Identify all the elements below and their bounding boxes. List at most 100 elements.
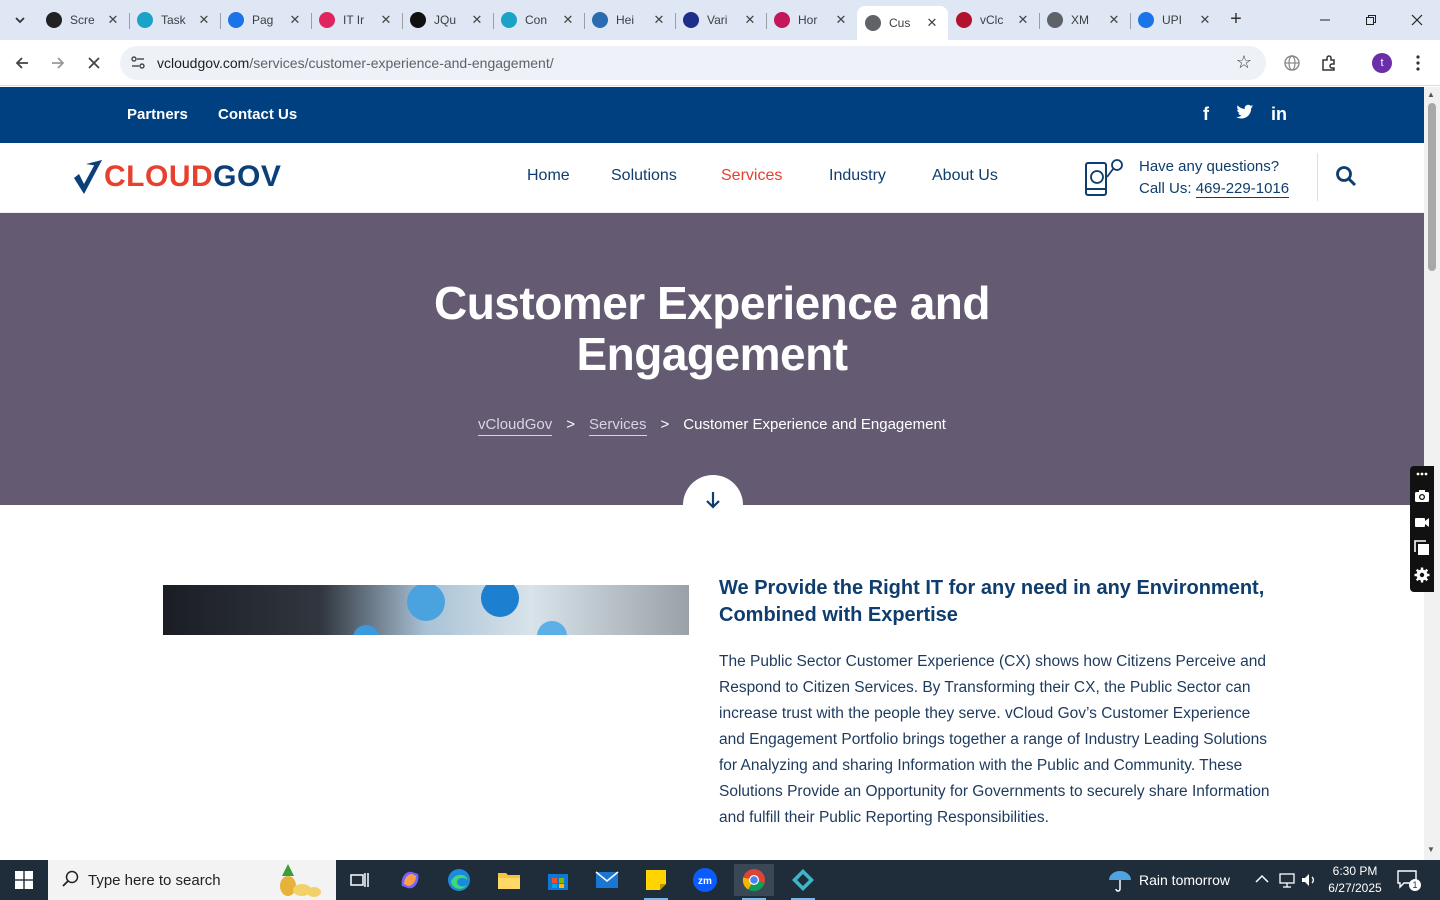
zoom-app[interactable]: zm xyxy=(685,864,725,896)
service-image xyxy=(163,585,689,635)
notification-center-button[interactable]: 1 xyxy=(1396,868,1421,892)
tab-close-icon[interactable]: ✕ xyxy=(833,12,849,28)
search-icon[interactable] xyxy=(1335,165,1357,187)
weather-text[interactable]: Rain tomorrow xyxy=(1139,872,1230,888)
browser-tab[interactable]: Hei ✕ xyxy=(584,6,675,34)
scroll-down-arrow-icon[interactable]: ▼ xyxy=(1427,845,1435,854)
browser-tab[interactable]: UPI ✕ xyxy=(1130,6,1221,34)
profile-avatar[interactable]: t xyxy=(1372,53,1392,73)
page-hero: Customer Experience and Engagement vClou… xyxy=(0,213,1424,535)
mail-app[interactable] xyxy=(587,864,627,896)
browser-tab[interactable]: Scre ✕ xyxy=(38,6,129,34)
tab-close-icon[interactable]: ✕ xyxy=(560,12,576,28)
translate-button[interactable] xyxy=(1277,48,1307,78)
back-button[interactable] xyxy=(7,48,37,78)
tab-close-icon[interactable]: ✕ xyxy=(1106,12,1122,28)
taskbar-search-box[interactable]: Type here to search xyxy=(48,860,336,900)
tab-close-icon[interactable]: ✕ xyxy=(924,15,940,31)
file-explorer-app[interactable] xyxy=(489,864,529,896)
copy-window-icon[interactable] xyxy=(1414,540,1430,556)
site-info-icon[interactable] xyxy=(130,55,146,74)
tab-close-icon[interactable]: ✕ xyxy=(742,12,758,28)
scroll-down-button[interactable] xyxy=(683,475,743,535)
contact-question: Have any questions? xyxy=(1139,158,1280,175)
phone-link[interactable]: 469-229-1016 xyxy=(1195,180,1290,198)
camera-icon[interactable] xyxy=(1414,488,1430,504)
forward-button[interactable] xyxy=(43,48,73,78)
tab-close-icon[interactable]: ✕ xyxy=(1197,12,1213,28)
tab-close-icon[interactable]: ✕ xyxy=(287,12,303,28)
contact-us-link[interactable]: Contact Us xyxy=(218,106,297,123)
new-tab-button[interactable]: + xyxy=(1222,6,1250,34)
copilot-app[interactable] xyxy=(390,864,430,896)
browser-tab[interactable]: Task ✕ xyxy=(129,6,220,34)
tab-close-icon[interactable]: ✕ xyxy=(651,12,667,28)
browser-tab[interactable]: Pag ✕ xyxy=(220,6,311,34)
extensions-button[interactable] xyxy=(1314,48,1344,78)
nav-home[interactable]: Home xyxy=(527,167,570,185)
tab-close-icon[interactable]: ✕ xyxy=(105,12,121,28)
tab-close-icon[interactable]: ✕ xyxy=(469,12,485,28)
nav-industry[interactable]: Industry xyxy=(829,167,886,185)
site-logo[interactable]: CLOUDGOV xyxy=(72,155,281,199)
browser-tab[interactable]: Con ✕ xyxy=(493,6,584,34)
browser-toolbar: vcloudgov.com/services/customer-experien… xyxy=(0,40,1440,86)
breadcrumb-home[interactable]: vCloudGov xyxy=(478,416,553,436)
tab-title: Vari xyxy=(707,13,728,27)
url-text: vcloudgov.com/services/customer-experien… xyxy=(157,55,554,71)
network-icon[interactable] xyxy=(1278,871,1296,889)
chrome-menu-button[interactable] xyxy=(1403,48,1433,78)
tab-title: Hor xyxy=(798,13,818,27)
partners-link[interactable]: Partners xyxy=(127,106,188,123)
nav-solutions[interactable]: Solutions xyxy=(611,167,677,185)
close-icon xyxy=(88,57,100,69)
restore-button[interactable] xyxy=(1348,0,1394,40)
scroll-thumb[interactable] xyxy=(1428,103,1436,271)
minimize-icon xyxy=(1320,19,1330,21)
more-horizontal-icon[interactable] xyxy=(1414,469,1430,479)
vpn-app[interactable] xyxy=(783,864,823,900)
microsoft-store-app[interactable] xyxy=(538,864,578,896)
tab-title: UPI xyxy=(1162,13,1183,27)
video-camera-icon[interactable] xyxy=(1414,514,1430,530)
volume-icon[interactable] xyxy=(1300,871,1318,889)
taskbar-clock[interactable]: 6:30 PM 6/27/2025 xyxy=(1326,863,1384,897)
scroll-up-arrow-icon[interactable]: ▲ xyxy=(1427,90,1435,99)
tab-favicon-icon xyxy=(501,12,517,28)
facebook-icon[interactable]: f xyxy=(1203,104,1209,125)
tab-close-icon[interactable]: ✕ xyxy=(1015,12,1031,28)
browser-tab[interactable]: Hor ✕ xyxy=(766,6,857,34)
start-button[interactable] xyxy=(0,860,48,900)
chrome-app[interactable] xyxy=(734,864,774,900)
address-bar[interactable]: vcloudgov.com/services/customer-experien… xyxy=(120,46,1266,80)
twitter-icon[interactable] xyxy=(1236,104,1254,125)
linkedin-icon[interactable]: in xyxy=(1271,104,1287,125)
edge-app[interactable] xyxy=(439,864,479,896)
notification-badge: 1 xyxy=(1409,879,1421,891)
tab-search-button[interactable] xyxy=(6,6,34,34)
nav-about-us[interactable]: About Us xyxy=(932,167,998,185)
breadcrumb-services[interactable]: Services xyxy=(589,416,647,436)
close-window-button[interactable] xyxy=(1394,0,1440,40)
gear-icon[interactable] xyxy=(1414,567,1430,583)
globe-icon-circle xyxy=(537,621,567,635)
clock-time: 6:30 PM xyxy=(1332,864,1378,878)
tab-favicon-icon xyxy=(137,12,153,28)
stop-loading-button[interactable] xyxy=(79,48,109,78)
browser-tab[interactable]: JQu ✕ xyxy=(402,6,493,34)
browser-tab[interactable]: IT Ir ✕ xyxy=(311,6,402,34)
browser-tab[interactable]: vClc ✕ xyxy=(948,6,1039,34)
minimize-button[interactable] xyxy=(1302,0,1348,40)
task-view-button[interactable] xyxy=(340,864,380,896)
tab-close-icon[interactable]: ✕ xyxy=(196,12,212,28)
tab-close-icon[interactable]: ✕ xyxy=(378,12,394,28)
browser-tab[interactable]: Cus ✕ xyxy=(857,6,948,40)
chevron-up-icon[interactable] xyxy=(1255,874,1269,884)
browser-tab[interactable]: Vari ✕ xyxy=(675,6,766,34)
browser-tab[interactable]: XM ✕ xyxy=(1039,6,1130,34)
url-host: vcloudgov.com xyxy=(157,55,250,71)
sticky-notes-app[interactable] xyxy=(636,864,676,900)
bookmark-star-icon[interactable]: ☆ xyxy=(1236,52,1252,73)
tab-favicon-icon xyxy=(956,12,972,28)
nav-services[interactable]: Services xyxy=(721,167,782,185)
